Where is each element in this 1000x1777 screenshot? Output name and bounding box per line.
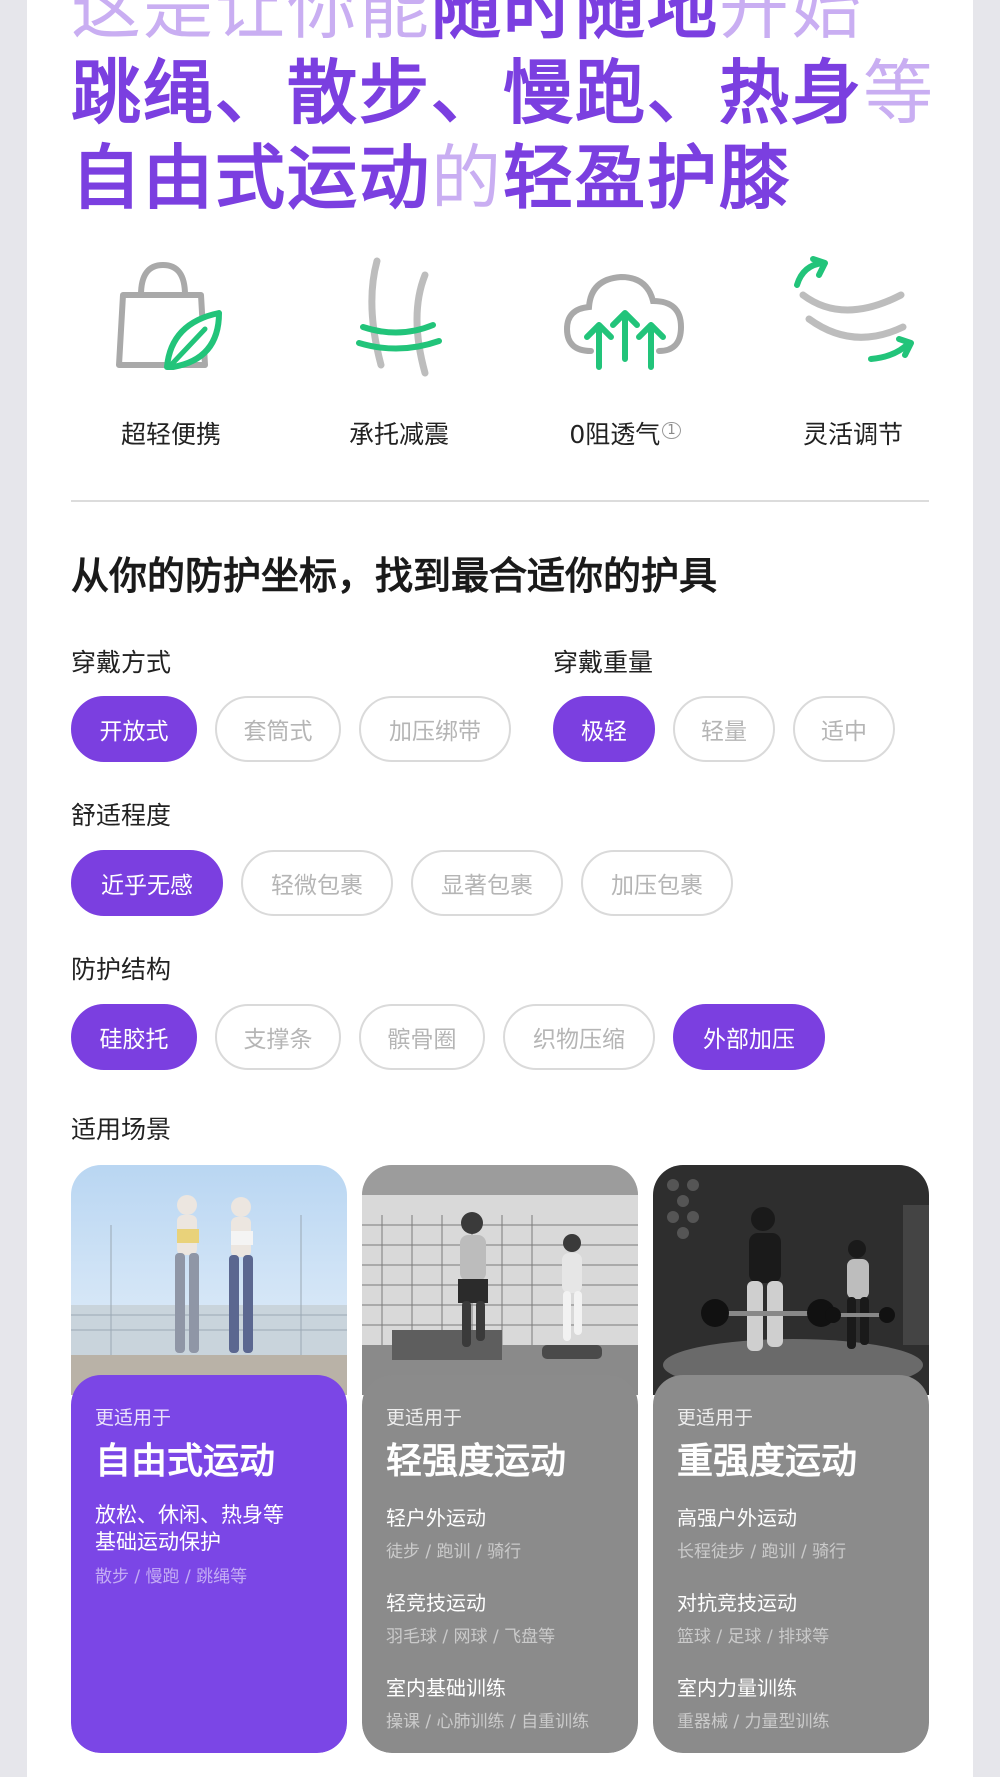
chip-weight-light[interactable]: 轻量 xyxy=(673,696,775,762)
card-item: 室内基础训练 操课 / 心肺训练 / 自重训练 xyxy=(386,1672,614,1732)
hero-text: 这是让你能 xyxy=(71,0,431,49)
chip-structure-external-compression[interactable]: 外部加压 xyxy=(673,1004,825,1070)
flex-adjust-icon xyxy=(794,256,914,362)
card-item: 高强户外运动 长程徒步 / 跑训 / 骑行 xyxy=(677,1502,905,1562)
card-description-line: 放松、休闲、热身等 xyxy=(95,1503,284,1527)
chip-weight-ultralight[interactable]: 极轻 xyxy=(553,696,655,762)
card-title: 重强度运动 xyxy=(677,1441,858,1482)
filter-label-weight: 穿戴重量 xyxy=(553,648,654,677)
chip-comfort-barely[interactable]: 近乎无感 xyxy=(71,850,223,916)
chip-comfort-light-wrap[interactable]: 轻微包裹 xyxy=(241,850,393,916)
hero-text: 的 xyxy=(431,137,503,219)
card-item-examples: 羽毛球 / 网球 / 飞盘等 xyxy=(386,1627,556,1647)
knee-support-icon xyxy=(356,257,442,377)
hero-text-highlight: 随时随地 xyxy=(431,0,719,49)
card-item-examples: 操课 / 心肺训练 / 自重训练 xyxy=(386,1712,590,1732)
product-page: 这是让你能随时随地开始 跳绳、散步、慢跑、热身等 自由式运动的轻盈护膝 超轻便携 xyxy=(27,0,973,1777)
outdoor-stretching-photo xyxy=(71,1165,347,1395)
card-item-title: 轻竞技运动 xyxy=(386,1591,486,1615)
feature-label: 承托减震 xyxy=(348,420,449,449)
scene-card-panel: 更适用于 重强度运动 高强户外运动 长程徒步 / 跑训 / 骑行 对抗竞技运动 … xyxy=(653,1375,929,1753)
scene-card-panel: 更适用于 自由式运动 放松、休闲、热身等 基础运动保护 散步 / 慢跑 / 跳绳… xyxy=(71,1375,347,1753)
card-item: 轻竞技运动 羽毛球 / 网球 / 飞盘等 xyxy=(386,1587,614,1647)
card-item: 室内力量训练 重器械 / 力量型训练 xyxy=(677,1672,905,1732)
feature-lightweight: 超轻便携 xyxy=(71,255,271,451)
card-item-title: 轻户外运动 xyxy=(386,1506,486,1530)
card-title: 轻强度运动 xyxy=(386,1441,567,1482)
hero-line-1: 这是让你能随时随地开始 xyxy=(71,0,971,51)
hero-line-2: 跳绳、散步、慢跑、热身等 xyxy=(71,51,971,136)
cloud-arrows-icon xyxy=(563,273,685,370)
chip-comfort-significant-wrap[interactable]: 显著包裹 xyxy=(411,850,563,916)
card-item-title: 对抗竞技运动 xyxy=(677,1591,797,1615)
filter-label-wear-style: 穿戴方式 xyxy=(71,648,172,677)
bag-leaf-icon xyxy=(116,261,222,370)
card-item-list: 高强户外运动 长程徒步 / 跑训 / 骑行 对抗竞技运动 篮球 / 足球 / 排… xyxy=(677,1502,905,1732)
card-item-title: 室内力量训练 xyxy=(677,1676,797,1700)
chip-wear-style-sleeve[interactable]: 套筒式 xyxy=(215,696,341,762)
card-item-examples: 长程徒步 / 跑训 / 骑行 xyxy=(677,1542,847,1562)
feature-label-text: 0阻透气 xyxy=(569,420,661,449)
feature-row: 超轻便携 承托减震 0阻透气 1 灵活调节 xyxy=(71,255,931,475)
card-item: 对抗竞技运动 篮球 / 足球 / 排球等 xyxy=(677,1587,905,1647)
card-eyebrow: 更适用于 xyxy=(677,1407,754,1429)
chip-weight-medium[interactable]: 适中 xyxy=(793,696,895,762)
scene-card-light-intensity[interactable]: 更适用于 轻强度运动 轻户外运动 徒步 / 跑训 / 骑行 轻竞技运动 羽毛球 … xyxy=(362,1165,638,1753)
hero-headline: 这是让你能随时随地开始 跳绳、散步、慢跑、热身等 自由式运动的轻盈护膝 xyxy=(71,0,971,221)
scene-card-heavy-intensity[interactable]: 更适用于 重强度运动 高强户外运动 长程徒步 / 跑训 / 骑行 对抗竞技运动 … xyxy=(653,1165,929,1753)
hero-text: 开始 xyxy=(719,0,863,49)
chip-wear-style-compression-strap[interactable]: 加压绑带 xyxy=(359,696,511,762)
chip-structure-silicone[interactable]: 硅胶托 xyxy=(71,1004,197,1070)
feature-label: 灵活调节 xyxy=(802,420,903,449)
card-item-examples: 徒步 / 跑训 / 骑行 xyxy=(386,1542,522,1562)
hero-text: 等 xyxy=(863,52,935,134)
card-eyebrow: 更适用于 xyxy=(95,1407,172,1429)
card-eyebrow: 更适用于 xyxy=(386,1407,463,1429)
card-item-title: 室内基础训练 xyxy=(386,1676,506,1700)
filter-label-comfort: 舒适程度 xyxy=(71,801,172,830)
step-training-photo xyxy=(362,1165,638,1395)
feature-adjustable: 灵活调节 xyxy=(753,255,953,451)
chip-comfort-compression-wrap[interactable]: 加压包裹 xyxy=(581,850,733,916)
hero-line-3: 自由式运动的轻盈护膝 xyxy=(71,136,971,221)
chip-structure-patella-ring[interactable]: 髌骨圈 xyxy=(359,1004,485,1070)
card-description-line: 基础运动保护 xyxy=(95,1530,221,1554)
card-examples: 散步 / 慢跑 / 跳绳等 xyxy=(95,1567,248,1587)
card-item-examples: 重器械 / 力量型训练 xyxy=(677,1712,830,1732)
feature-breathable: 0阻透气 1 xyxy=(525,255,725,451)
filter-label-scenes: 适用场景 xyxy=(71,1115,172,1144)
card-title: 自由式运动 xyxy=(95,1441,276,1482)
card-item-title: 高强户外运动 xyxy=(677,1506,797,1530)
feature-support: 承托减震 xyxy=(299,255,499,451)
section-title: 从你的防护坐标，找到最合适你的护具 xyxy=(71,554,718,598)
card-item: 轻户外运动 徒步 / 跑训 / 骑行 xyxy=(386,1502,614,1562)
divider xyxy=(71,500,929,502)
card-item-examples: 篮球 / 足球 / 排球等 xyxy=(677,1627,830,1647)
hero-text-highlight: 跳绳、散步、慢跑、热身 xyxy=(71,52,863,134)
chip-structure-fabric-compression[interactable]: 织物压缩 xyxy=(503,1004,655,1070)
chip-structure-stays[interactable]: 支撑条 xyxy=(215,1004,341,1070)
chip-wear-style-open[interactable]: 开放式 xyxy=(71,696,197,762)
hero-text-highlight: 轻盈护膝 xyxy=(503,137,791,219)
card-description: 放松、休闲、热身等 基础运动保护 xyxy=(95,1502,323,1556)
feature-label: 0阻透气 1 xyxy=(525,415,725,451)
scene-card-panel: 更适用于 轻强度运动 轻户外运动 徒步 / 跑训 / 骑行 轻竞技运动 羽毛球 … xyxy=(362,1375,638,1753)
strength-training-photo xyxy=(653,1165,929,1395)
card-item-list: 轻户外运动 徒步 / 跑训 / 骑行 轻竞技运动 羽毛球 / 网球 / 飞盘等 … xyxy=(386,1502,614,1732)
feature-label: 超轻便携 xyxy=(120,420,221,449)
scene-card-free-exercise[interactable]: 更适用于 自由式运动 放松、休闲、热身等 基础运动保护 散步 / 慢跑 / 跳绳… xyxy=(71,1165,347,1753)
hero-text-highlight: 自由式运动 xyxy=(71,137,431,219)
filter-label-structure: 防护结构 xyxy=(71,955,172,984)
footnote-marker[interactable]: 1 xyxy=(662,421,681,439)
